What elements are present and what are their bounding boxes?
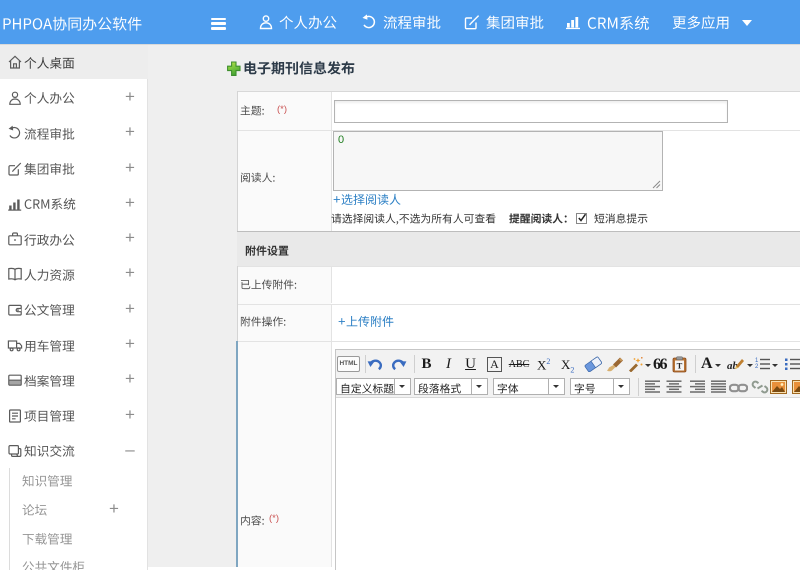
svg-text:2: 2 — [755, 364, 759, 370]
svg-text:T: T — [677, 360, 683, 370]
